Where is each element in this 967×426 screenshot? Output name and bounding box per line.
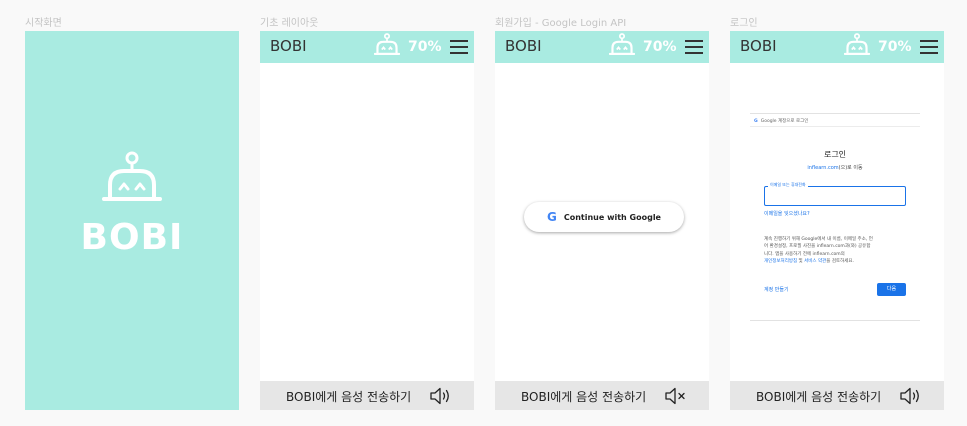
google-icon: G bbox=[754, 119, 758, 124]
battery-level: 70% bbox=[878, 39, 912, 55]
top-bar: BOBI 70% bbox=[730, 31, 944, 63]
app-logo: BOBI bbox=[505, 37, 542, 55]
terms-of-service-link[interactable]: 서비스 약관 bbox=[804, 259, 826, 264]
splash-logo-text: BOBI bbox=[80, 217, 184, 258]
google-login-card: G Google 계정으로 로그인 로그인 inflearn.com(으)로 이동… bbox=[750, 113, 920, 321]
voice-send-label: BOBI에게 음성 전송하기 bbox=[756, 390, 882, 404]
continue-with-google-button[interactable]: G Continue with Google bbox=[524, 202, 684, 232]
battery-level: 70% bbox=[643, 39, 677, 55]
layout-screen: BOBI 70% BOBI에게 음성 전송하기 bbox=[260, 31, 474, 410]
top-bar: BOBI 70% bbox=[495, 31, 709, 63]
login-subtitle-rest: (으)로 이동 bbox=[838, 165, 863, 171]
login-info-line: 니다. 앱을 사용하기 전에 inflearn.com의 bbox=[764, 251, 845, 257]
next-button[interactable]: 다음 bbox=[877, 283, 906, 296]
login-card-header-text: Google 계정으로 로그인 bbox=[760, 119, 809, 124]
hamburger-menu-icon[interactable] bbox=[450, 40, 468, 54]
battery-level: 70% bbox=[408, 39, 442, 55]
login-info-text: 계속 진행하기 위해 Google에서 내 이름, 이메일 주소, 언 어 환경… bbox=[764, 236, 912, 266]
login-subtitle: inflearn.com(으)로 이동 bbox=[750, 164, 920, 171]
signup-screen: BOBI 70% G Continue with Google BOBI에게 음… bbox=[495, 31, 709, 410]
hamburger-menu-icon[interactable] bbox=[685, 40, 703, 54]
continue-with-google-label: Continue with Google bbox=[563, 212, 661, 222]
top-bar: BOBI 70% bbox=[260, 31, 474, 63]
voice-send-bar[interactable]: BOBI에게 음성 전송하기 bbox=[260, 381, 474, 410]
login-info-text-tail: 을 검토하세요. bbox=[826, 259, 854, 265]
app-logo: BOBI bbox=[740, 37, 777, 55]
robot-icon bbox=[374, 33, 400, 56]
email-or-phone-input[interactable] bbox=[764, 186, 906, 206]
login-subtitle-domain: inflearn.com bbox=[807, 165, 839, 171]
frame-title-layout: 기초 레이아웃 bbox=[260, 18, 319, 29]
login-info-line: 계속 진행하기 위해 Google에서 내 이름, 이메일 주소, 언 bbox=[764, 237, 873, 242]
login-info-line: 어 환경설정, 프로필 사진을 inflearn.com과(와) 공유합 bbox=[764, 244, 871, 250]
frame-title-splash: 시작화면 bbox=[25, 18, 62, 29]
speaker-on-icon[interactable] bbox=[429, 387, 453, 405]
speaker-muted-icon[interactable] bbox=[664, 387, 688, 405]
google-icon: G bbox=[547, 210, 557, 224]
forgot-email-link[interactable]: 이메일을 잊으셨나요? bbox=[764, 210, 810, 217]
frame-title-signup: 회원가입 - Google Login API bbox=[495, 18, 627, 29]
voice-send-bar[interactable]: BOBI에게 음성 전송하기 bbox=[730, 381, 944, 410]
frame-title-login: 로그인 bbox=[730, 18, 758, 29]
speaker-on-icon[interactable] bbox=[899, 387, 923, 405]
splash-screen: BOBI bbox=[25, 31, 239, 410]
divider bbox=[750, 126, 920, 127]
login-screen: BOBI 70% G Google 계정으로 로그인 로그인 inflearn.c… bbox=[730, 31, 944, 410]
voice-send-bar[interactable]: BOBI에게 음성 전송하기 bbox=[495, 381, 709, 410]
login-title: 로그인 bbox=[823, 150, 847, 159]
login-card-header: G Google 계정으로 로그인 bbox=[754, 118, 808, 124]
create-account-link[interactable]: 계정 만들기 bbox=[764, 286, 789, 293]
hamburger-menu-icon[interactable] bbox=[920, 40, 938, 54]
voice-send-label: BOBI에게 음성 전송하기 bbox=[286, 390, 412, 404]
robot-icon bbox=[844, 33, 870, 56]
privacy-policy-link[interactable]: 개인정보처리방침 bbox=[764, 259, 797, 264]
email-or-phone-label: 이메일 또는 휴대전화 bbox=[768, 182, 808, 188]
voice-send-label: BOBI에게 음성 전송하기 bbox=[521, 390, 647, 404]
app-logo: BOBI bbox=[270, 37, 307, 55]
robot-icon bbox=[609, 33, 635, 56]
robot-icon bbox=[102, 151, 162, 201]
